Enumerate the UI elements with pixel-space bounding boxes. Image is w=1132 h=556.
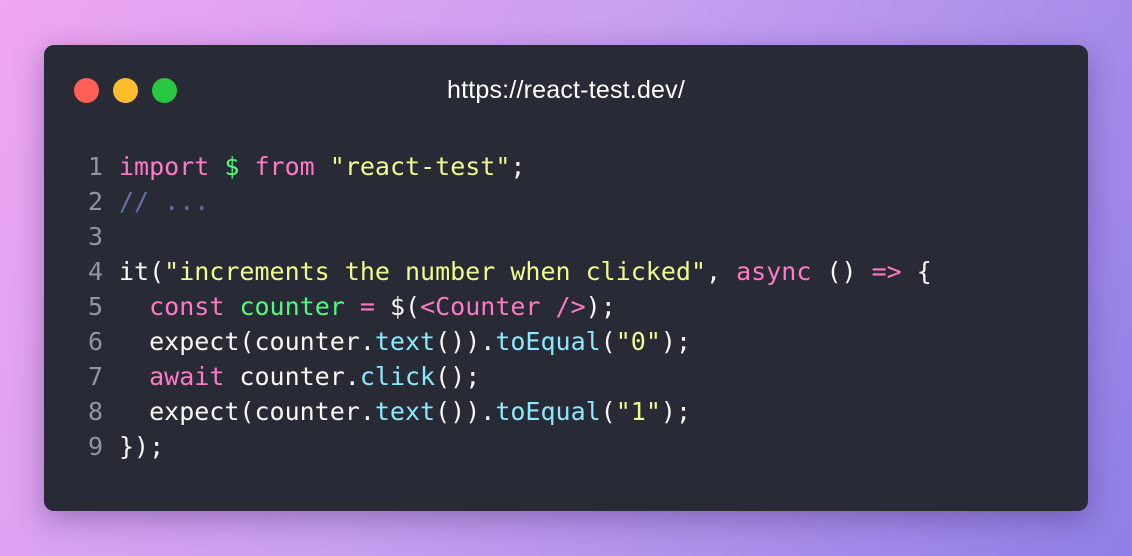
code-token: {: [901, 257, 932, 286]
line-number: 4: [87, 257, 103, 286]
code-token: ();: [435, 362, 481, 391]
window-titlebar: https://react-test.dev/: [44, 45, 1088, 135]
code-token: $(: [374, 292, 421, 321]
code-line: 4 it("increments the number when clicked"…: [44, 254, 932, 289]
code-token: $: [224, 152, 240, 181]
code-token: (: [600, 397, 616, 426]
code-token: =>: [871, 257, 902, 286]
code-token: );: [585, 292, 616, 321]
code-text: import $ from "react-test";: [119, 149, 525, 184]
code-token: expect(counter.: [119, 397, 375, 426]
code-token: );: [660, 397, 691, 426]
code-token: ,: [706, 257, 737, 286]
code-token: text: [374, 397, 436, 426]
code-block: 1 import $ from "react-test"; 2 // ... 3 4 it(…: [44, 149, 932, 464]
code-line: 6 expect(counter.text()).toEqual("0");: [44, 324, 932, 359]
code-text: const counter = $(<Counter />);: [119, 289, 616, 324]
code-token: await: [149, 362, 225, 391]
line-number: 8: [87, 397, 103, 426]
code-token: it(: [119, 257, 165, 286]
code-token: import: [119, 152, 210, 181]
code-token: ;: [510, 152, 526, 181]
code-text: expect(counter.text()).toEqual("0");: [119, 324, 691, 359]
code-line: 2 // ...: [44, 184, 932, 219]
code-text: await counter.click();: [119, 359, 480, 394]
window-title: https://react-test.dev/: [446, 76, 686, 104]
code-token: from: [254, 152, 315, 181]
line-number: 5: [87, 292, 103, 321]
code-line: 1 import $ from "react-test";: [44, 149, 932, 184]
code-text: expect(counter.text()).toEqual("1");: [119, 394, 691, 429]
code-token: text: [374, 327, 436, 356]
code-token: <Counter />: [420, 292, 586, 321]
code-window: https://react-test.dev/ 1 import $ from "…: [44, 45, 1088, 511]
code-line: 8 expect(counter.text()).toEqual("1");: [44, 394, 932, 429]
code-text: });: [119, 429, 164, 464]
line-number: 2: [87, 187, 103, 216]
code-token: click: [359, 362, 436, 391]
code-line: 3: [44, 219, 932, 254]
code-token: });: [119, 432, 165, 461]
code-token: expect(counter.: [119, 327, 375, 356]
code-token: "0": [615, 327, 661, 356]
code-token: toEqual: [495, 397, 601, 426]
code-token: counter.: [224, 362, 360, 391]
code-token: "react-test": [329, 152, 511, 181]
code-token: const: [149, 292, 225, 321]
code-token: );: [660, 327, 691, 356]
line-number: 1: [87, 152, 103, 181]
code-token: "increments the number when clicked": [164, 257, 707, 286]
code-token: ()).: [435, 327, 496, 356]
line-number: 3: [87, 222, 103, 251]
code-token: (): [811, 257, 872, 286]
code-token: (: [600, 327, 616, 356]
code-line: 5 const counter = $(<Counter />);: [44, 289, 932, 324]
code-token: // ...: [119, 187, 210, 216]
line-number: 6: [87, 327, 103, 356]
code-line: 7 await counter.click();: [44, 359, 932, 394]
code-token: toEqual: [495, 327, 601, 356]
code-token: ()).: [435, 397, 496, 426]
code-token: counter: [239, 292, 345, 321]
line-number: 9: [87, 432, 103, 461]
line-number: 7: [87, 362, 103, 391]
code-token: "1": [615, 397, 661, 426]
code-text: // ...: [119, 184, 209, 219]
code-token: =: [359, 292, 375, 321]
code-line: 9});: [44, 429, 932, 464]
code-token: async: [736, 257, 812, 286]
code-text: it("increments the number when clicked",…: [119, 254, 932, 289]
